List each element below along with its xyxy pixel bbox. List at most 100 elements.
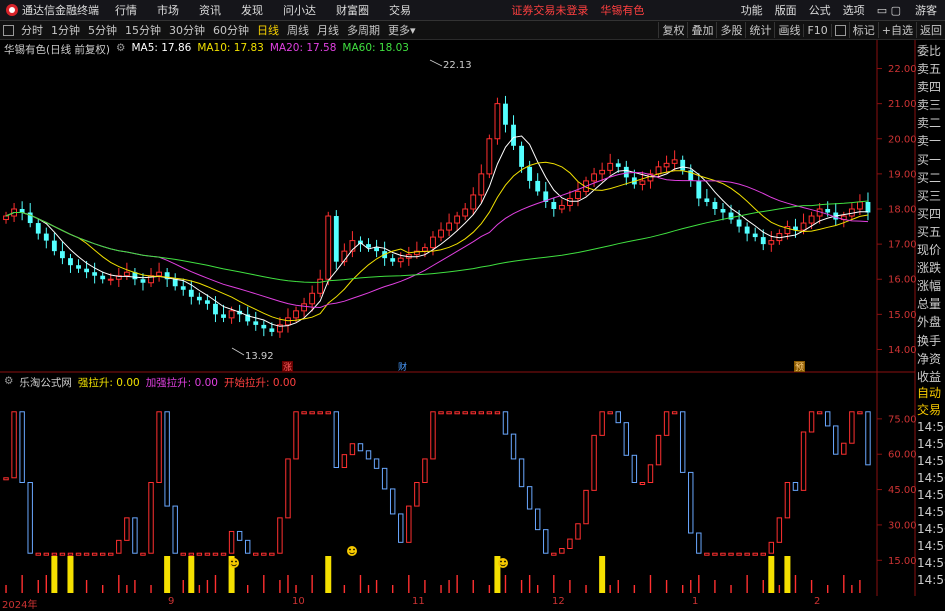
rp-volume: 总量 bbox=[917, 297, 942, 312]
candle-body bbox=[865, 201, 871, 213]
indicator-box bbox=[349, 443, 356, 456]
candles-group bbox=[3, 95, 871, 338]
indicator-box bbox=[849, 411, 855, 444]
indicator-box bbox=[365, 450, 372, 460]
candle-body bbox=[470, 194, 477, 210]
candle-body bbox=[374, 247, 379, 252]
candle-body bbox=[301, 303, 307, 312]
indicator-box bbox=[559, 548, 565, 554]
candle-body bbox=[462, 208, 469, 217]
rp-trade[interactable]: 交易 bbox=[917, 402, 945, 419]
date-axis: 2024年 9 10 11 12 1 2 bbox=[0, 596, 915, 611]
price-tick-label: 15.00 bbox=[888, 310, 917, 321]
price-tick-label: 14.00 bbox=[888, 345, 917, 356]
indicator-box bbox=[494, 411, 501, 415]
indicator-box bbox=[679, 411, 686, 473]
strong-signal-bar bbox=[67, 556, 74, 593]
indicator-box bbox=[462, 411, 468, 415]
candle-body bbox=[800, 222, 807, 231]
rp-bid5: 买五 bbox=[917, 224, 942, 239]
candle-body bbox=[180, 286, 186, 290]
candle-body bbox=[68, 258, 73, 266]
indicator-box bbox=[575, 523, 581, 540]
indicator-box bbox=[35, 552, 41, 556]
candle-body bbox=[503, 103, 508, 125]
indicator-box bbox=[607, 411, 613, 415]
candle-body bbox=[92, 272, 98, 276]
rp-earnings: 收益 bbox=[917, 369, 942, 384]
kline-chart[interactable]: 22.00 21.00 20.00 19.00 18.00 17.00 16.00 15.00… bbox=[0, 0, 945, 596]
indicator-box bbox=[204, 552, 211, 556]
indicator-box bbox=[510, 433, 517, 460]
candle-body bbox=[19, 209, 25, 213]
candle-body bbox=[76, 265, 81, 269]
strong-signal-bar bbox=[51, 556, 58, 593]
candle-body bbox=[728, 212, 734, 220]
candle-body bbox=[397, 257, 404, 263]
indicator-box bbox=[841, 442, 847, 455]
candle-body bbox=[333, 216, 339, 262]
indicator-box bbox=[583, 489, 589, 525]
candle-body bbox=[808, 215, 815, 224]
rp-time: 14:56 bbox=[917, 573, 945, 587]
indicator-box bbox=[720, 552, 726, 556]
candle-body bbox=[100, 275, 106, 280]
indicator-tick-label: 45.00 bbox=[888, 485, 917, 496]
smiley-icon bbox=[229, 558, 239, 568]
candle-body bbox=[712, 201, 718, 209]
indicator-box bbox=[124, 517, 130, 541]
candle-body bbox=[156, 271, 163, 277]
candle-body bbox=[309, 292, 316, 305]
candle-body bbox=[680, 159, 686, 171]
candle-body bbox=[325, 215, 332, 280]
indicator-box bbox=[91, 552, 98, 556]
low-price-label: 13.92 bbox=[245, 351, 274, 362]
candle-body bbox=[35, 223, 41, 234]
limit-up-marker[interactable]: 涨 bbox=[283, 362, 292, 373]
indicator-box bbox=[655, 434, 662, 466]
candle-body bbox=[221, 314, 226, 318]
candle-body bbox=[213, 303, 218, 315]
indicator-box bbox=[51, 552, 58, 556]
indicator-box bbox=[478, 411, 485, 415]
indicator-box bbox=[381, 467, 388, 490]
candle-body bbox=[768, 240, 775, 245]
indicator-box bbox=[414, 482, 420, 507]
candle-body bbox=[551, 201, 557, 209]
rp-time: 14:56 bbox=[917, 437, 945, 451]
indicator-box bbox=[188, 552, 195, 556]
indicator-box bbox=[857, 411, 863, 415]
rp-ask2: 卖二 bbox=[917, 116, 942, 131]
indicator-box bbox=[116, 539, 122, 554]
candle-body bbox=[51, 240, 57, 252]
indicator-box bbox=[704, 552, 710, 556]
candle-body bbox=[422, 247, 428, 252]
rp-auto[interactable]: 自动 bbox=[917, 385, 945, 402]
indicator-box bbox=[639, 482, 646, 485]
candle-body bbox=[3, 215, 9, 221]
smiley-icon bbox=[347, 546, 357, 556]
finance-marker[interactable]: 财 bbox=[398, 361, 407, 373]
rp-bid1: 买一 bbox=[917, 152, 942, 167]
candle-body bbox=[60, 251, 65, 259]
indicator-box bbox=[196, 552, 203, 556]
rp-bid3: 买三 bbox=[917, 188, 942, 203]
rp-ask3: 卖三 bbox=[917, 98, 942, 113]
candle-body bbox=[599, 169, 606, 175]
indicator-box bbox=[599, 411, 605, 436]
indicator-box bbox=[663, 411, 670, 436]
indicator-box bbox=[277, 517, 283, 554]
rp-time: 14:56 bbox=[917, 488, 945, 502]
rp-time: 14:56 bbox=[917, 522, 945, 536]
rp-time: 14:56 bbox=[917, 471, 945, 485]
indicator-box bbox=[744, 552, 750, 556]
candle-body bbox=[575, 190, 581, 199]
price-axis: 22.00 21.00 20.00 19.00 18.00 17.00 16.00 15.00… bbox=[877, 64, 917, 356]
indicator-box bbox=[180, 552, 186, 556]
indicator-box bbox=[341, 454, 348, 468]
indicator-box bbox=[768, 541, 775, 554]
strong-signal-bar bbox=[188, 556, 195, 593]
forecast-marker[interactable]: 预 bbox=[795, 362, 804, 373]
indicator-box bbox=[140, 552, 146, 556]
trade-side-panel: 自动 交易 14:56 14:56 14:56 14:56 14:56 14:5… bbox=[917, 385, 945, 589]
